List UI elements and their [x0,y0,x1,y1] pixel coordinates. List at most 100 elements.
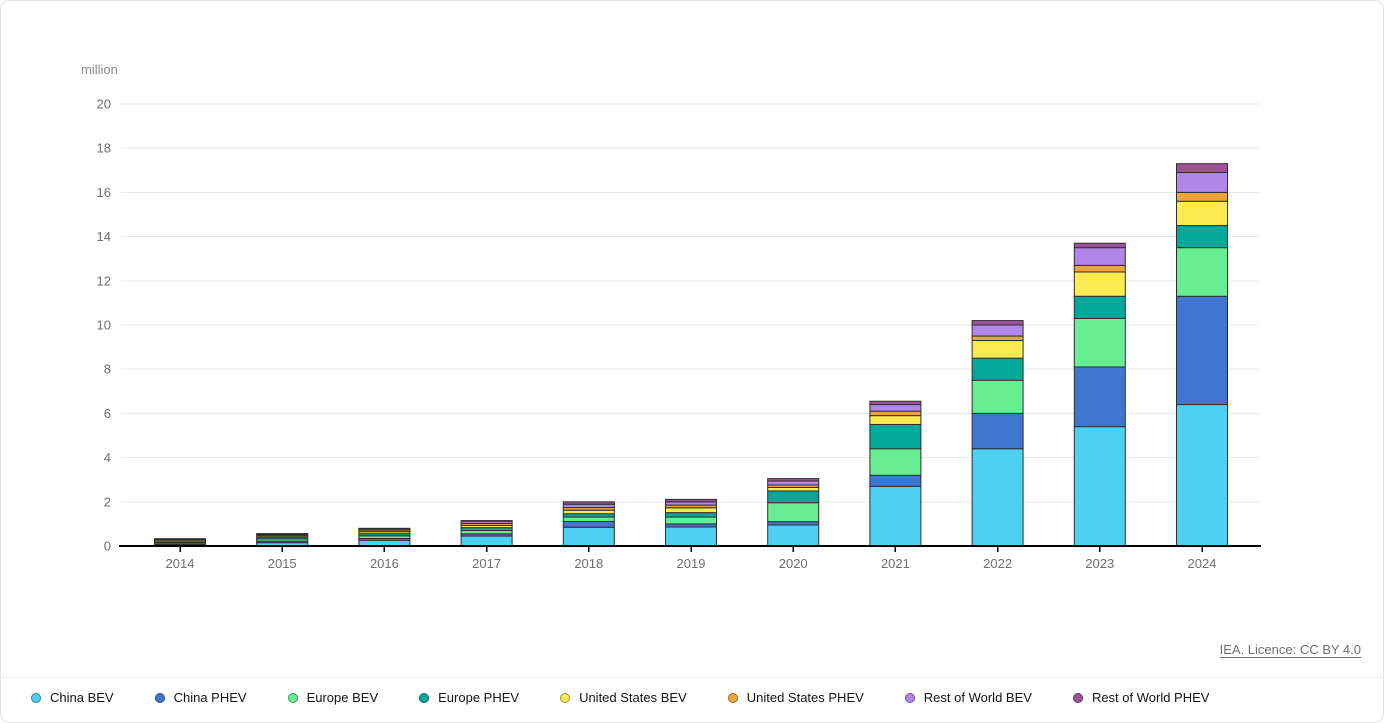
bar-segment[interactable] [1176,404,1228,547]
bar-segment[interactable] [1176,163,1228,174]
x-axis-tick-label: 2016 [370,556,399,571]
legend-item-united-states-phev[interactable]: United States PHEV [727,690,864,705]
bar-segment[interactable] [1073,271,1126,297]
bar-segment[interactable] [767,502,820,523]
bar-segment[interactable] [562,501,615,505]
bar-segment[interactable] [1073,295,1126,319]
legend-dot-icon [1072,692,1083,703]
bar-segment[interactable] [767,480,820,486]
y-axis-tick-label: 18 [97,141,111,156]
x-axis-tick-label: 2021 [881,556,910,571]
y-axis-tick-label: 4 [104,450,111,465]
y-axis-tick-label: 14 [97,229,111,244]
legend-dot-icon [560,692,571,703]
bar-segment[interactable] [971,320,1024,326]
bar-segment[interactable] [460,535,513,547]
bar-segment[interactable] [767,486,820,492]
bar-segment[interactable] [1176,172,1228,193]
x-axis-tick-label: 2022 [983,556,1012,571]
bar-segment[interactable] [562,526,615,547]
bar-segment[interactable] [869,423,922,450]
bar-segment[interactable] [1073,317,1126,368]
legend-dot-icon [154,692,165,703]
x-axis-tick-label: 2024 [1188,556,1217,571]
bar-segment[interactable] [971,324,1024,337]
bar-segment[interactable] [665,507,717,514]
legend-label: Rest of World BEV [923,690,1032,705]
chart-card: million 0 2 4 6 8 10 12 14 16 18 20 2014 2015 2016 201… [0,0,1384,723]
bar-segment[interactable] [971,448,1024,547]
legend-item-europe-bev[interactable]: Europe BEV [287,690,379,705]
bar-segment[interactable] [869,410,922,417]
source-licence-link[interactable]: IEA. Licence: CC BY 4.0 [1220,642,1361,657]
bar-segment[interactable] [665,512,717,518]
legend-item-europe-phev[interactable]: Europe PHEV [419,690,519,705]
bar-segment[interactable] [1176,295,1228,406]
legend-label: China BEV [50,690,114,705]
x-axis-tick-label: 2023 [1085,556,1114,571]
bar-segment[interactable] [767,524,820,547]
bar-segment[interactable] [1176,191,1228,202]
x-axis-tick-label: 2020 [779,556,808,571]
x-axis-tick-label: 2017 [472,556,501,571]
legend-item-rest-of-world-bev[interactable]: Rest of World BEV [904,690,1032,705]
bar-segment[interactable] [869,404,922,412]
bar-segment[interactable] [1073,247,1126,266]
legend-dot-icon [287,692,298,703]
bar-segment[interactable] [1073,366,1126,428]
bar-segment[interactable] [971,335,1024,341]
bar-segment[interactable] [767,490,820,504]
bar-segment[interactable] [869,485,922,547]
bar-segment[interactable] [971,357,1024,381]
x-axis-tick-label: 2018 [574,556,603,571]
bar-segment[interactable] [1073,242,1126,249]
bar-segment[interactable] [1176,200,1228,227]
bar-segment[interactable] [562,520,615,528]
bar-segment[interactable] [869,400,922,406]
y-axis-tick-label: 2 [104,494,111,509]
bar-segment[interactable] [665,498,717,503]
legend-label: China PHEV [173,690,247,705]
x-axis-tick-label: 2019 [677,556,706,571]
legend-label: Rest of World PHEV [1091,690,1210,705]
bar-segment[interactable] [869,415,922,425]
bar-segment[interactable] [767,478,820,482]
legend-item-china-phev[interactable]: China PHEV [154,690,247,705]
legend-dot-icon [904,692,915,703]
legend-label: Europe PHEV [438,690,520,705]
y-axis-tick-label: 16 [97,185,111,200]
bar-segment[interactable] [665,516,717,525]
legend-item-united-states-bev[interactable]: United States BEV [560,690,687,705]
legend-label: United States BEV [579,690,687,705]
bar-segment[interactable] [562,509,615,515]
legend-dot-icon [727,692,738,703]
legend-divider [1,677,1383,678]
legend-item-rest-of-world-phev[interactable]: Rest of World PHEV [1072,690,1210,705]
legend-dot-icon [31,692,41,703]
y-axis-tick-label: 12 [97,273,111,288]
x-axis-tick-label: 2015 [268,556,297,571]
y-axis-tick-label: 20 [97,97,111,112]
bar-segment[interactable] [562,516,615,522]
y-axis-tick-label: 8 [104,362,111,377]
chart-legend: China BEV China PHEV Europe BEV Europe PHEV… [31,690,1250,705]
x-axis-tick-label: 2014 [166,556,195,571]
legend-label: United States PHEV [746,690,864,705]
bar-segment[interactable] [869,448,922,476]
bar-segment[interactable] [971,339,1024,359]
bar-segment[interactable] [1073,426,1126,547]
stacked-bar-chart: 0 2 4 6 8 10 12 14 16 18 20 2014 2015 2016 2017 2018 201… [97,97,1261,571]
y-axis-tick-label: 0 [104,539,111,554]
bar-segment[interactable] [1176,247,1228,297]
bar-segment[interactable] [1073,264,1126,273]
legend-label: Europe BEV [306,690,379,705]
bar-segment[interactable] [971,379,1024,414]
legend-item-china-bev[interactable]: China BEV [31,690,114,705]
bar-segment[interactable] [665,526,717,547]
bar-segment[interactable] [460,520,513,522]
legend-dot-icon [419,692,430,703]
y-axis-tick-label: 6 [104,406,111,421]
bar-segment[interactable] [869,474,922,487]
bar-segment[interactable] [971,412,1024,450]
bar-segment[interactable] [1176,225,1228,249]
